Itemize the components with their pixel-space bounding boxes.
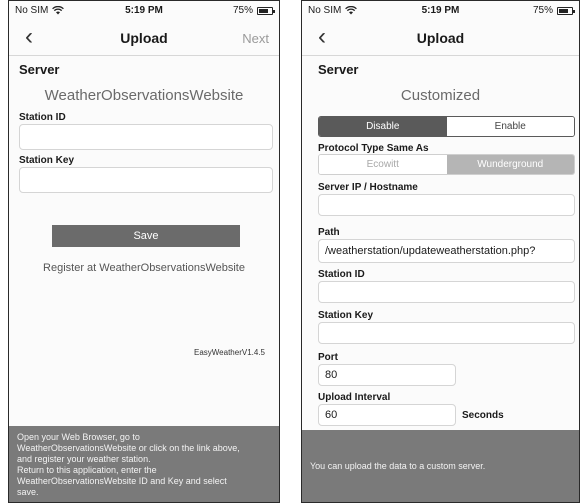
- wunderground-option[interactable]: Wunderground: [446, 155, 574, 174]
- upload-interval-input[interactable]: 60: [318, 404, 456, 426]
- footer-text: You can upload the data to a custom serv…: [310, 460, 486, 471]
- upload-interval-label: Upload Interval: [318, 392, 391, 403]
- nav-bar: ‹ Upload Next: [9, 20, 279, 56]
- battery-fill: [259, 8, 268, 13]
- server-name: WeatherObservationsWebsite: [44, 87, 244, 104]
- battery-icon: [257, 6, 275, 15]
- server-name: Customized: [400, 87, 481, 104]
- battery-icon: [557, 6, 575, 15]
- register-link[interactable]: Register at WeatherObservationsWebsite: [9, 262, 279, 274]
- footer-line: save.: [17, 487, 39, 497]
- battery-percent: 75%: [232, 5, 253, 16]
- battery-percent: 75%: [532, 5, 553, 16]
- help-footer: Open your Web Browser, go to WeatherObse…: [9, 426, 279, 502]
- footer-line: WeatherObservationsWebsite ID and Key an…: [17, 476, 227, 486]
- status-bar: No SIM 5:19 PM 75%: [9, 1, 279, 20]
- page-title: Upload: [120, 30, 168, 46]
- station-key-input[interactable]: [19, 167, 273, 193]
- port-input[interactable]: 80: [318, 364, 456, 386]
- station-id-input[interactable]: [19, 124, 273, 150]
- station-key-input[interactable]: [318, 322, 575, 344]
- save-button[interactable]: Save: [52, 225, 240, 247]
- station-id-label: Station ID: [318, 269, 365, 280]
- path-label: Path: [318, 227, 340, 238]
- protocol-selector[interactable]: Ecowitt Wunderground: [318, 154, 575, 175]
- enable-toggle[interactable]: Disable Enable: [318, 116, 575, 137]
- interval-unit-label: Seconds: [462, 410, 504, 421]
- right-phone-screen: No SIM 5:19 PM 75% ‹ Upload Server Custo…: [301, 0, 580, 503]
- host-input[interactable]: [318, 194, 575, 216]
- station-id-label: Station ID: [19, 112, 66, 123]
- status-bar: No SIM 5:19 PM 75%: [302, 1, 579, 20]
- footer-line: Open your Web Browser, go to: [17, 432, 140, 442]
- port-label: Port: [318, 352, 338, 363]
- server-label: Server: [318, 62, 359, 77]
- host-label: Server IP / Hostname: [318, 182, 418, 193]
- app-version: EasyWeatherV1.4.5: [193, 348, 265, 357]
- footer-line: Return to this application, enter the: [17, 465, 157, 475]
- server-label: Server: [19, 62, 60, 77]
- footer-line: and register your weather station.: [17, 454, 151, 464]
- battery-fill: [559, 8, 568, 13]
- footer-line: WeatherObservationsWebsite or click on t…: [17, 443, 240, 453]
- next-button[interactable]: Next: [242, 31, 269, 46]
- disable-option[interactable]: Disable: [319, 117, 447, 136]
- protocol-label: Protocol Type Same As: [318, 143, 429, 154]
- left-phone-screen: No SIM 5:19 PM 75% ‹ Upload Next Server …: [8, 0, 280, 503]
- ecowitt-option[interactable]: Ecowitt: [319, 155, 447, 174]
- path-input[interactable]: /weatherstation/updateweatherstation.php…: [318, 239, 575, 263]
- nav-bar: ‹ Upload: [302, 20, 579, 56]
- station-key-label: Station Key: [19, 155, 75, 166]
- page-title: Upload: [416, 30, 465, 46]
- station-key-label: Station Key: [318, 310, 374, 321]
- help-footer: You can upload the data to a custom serv…: [302, 430, 579, 502]
- station-id-input[interactable]: [318, 281, 575, 303]
- enable-option[interactable]: Enable: [446, 117, 574, 136]
